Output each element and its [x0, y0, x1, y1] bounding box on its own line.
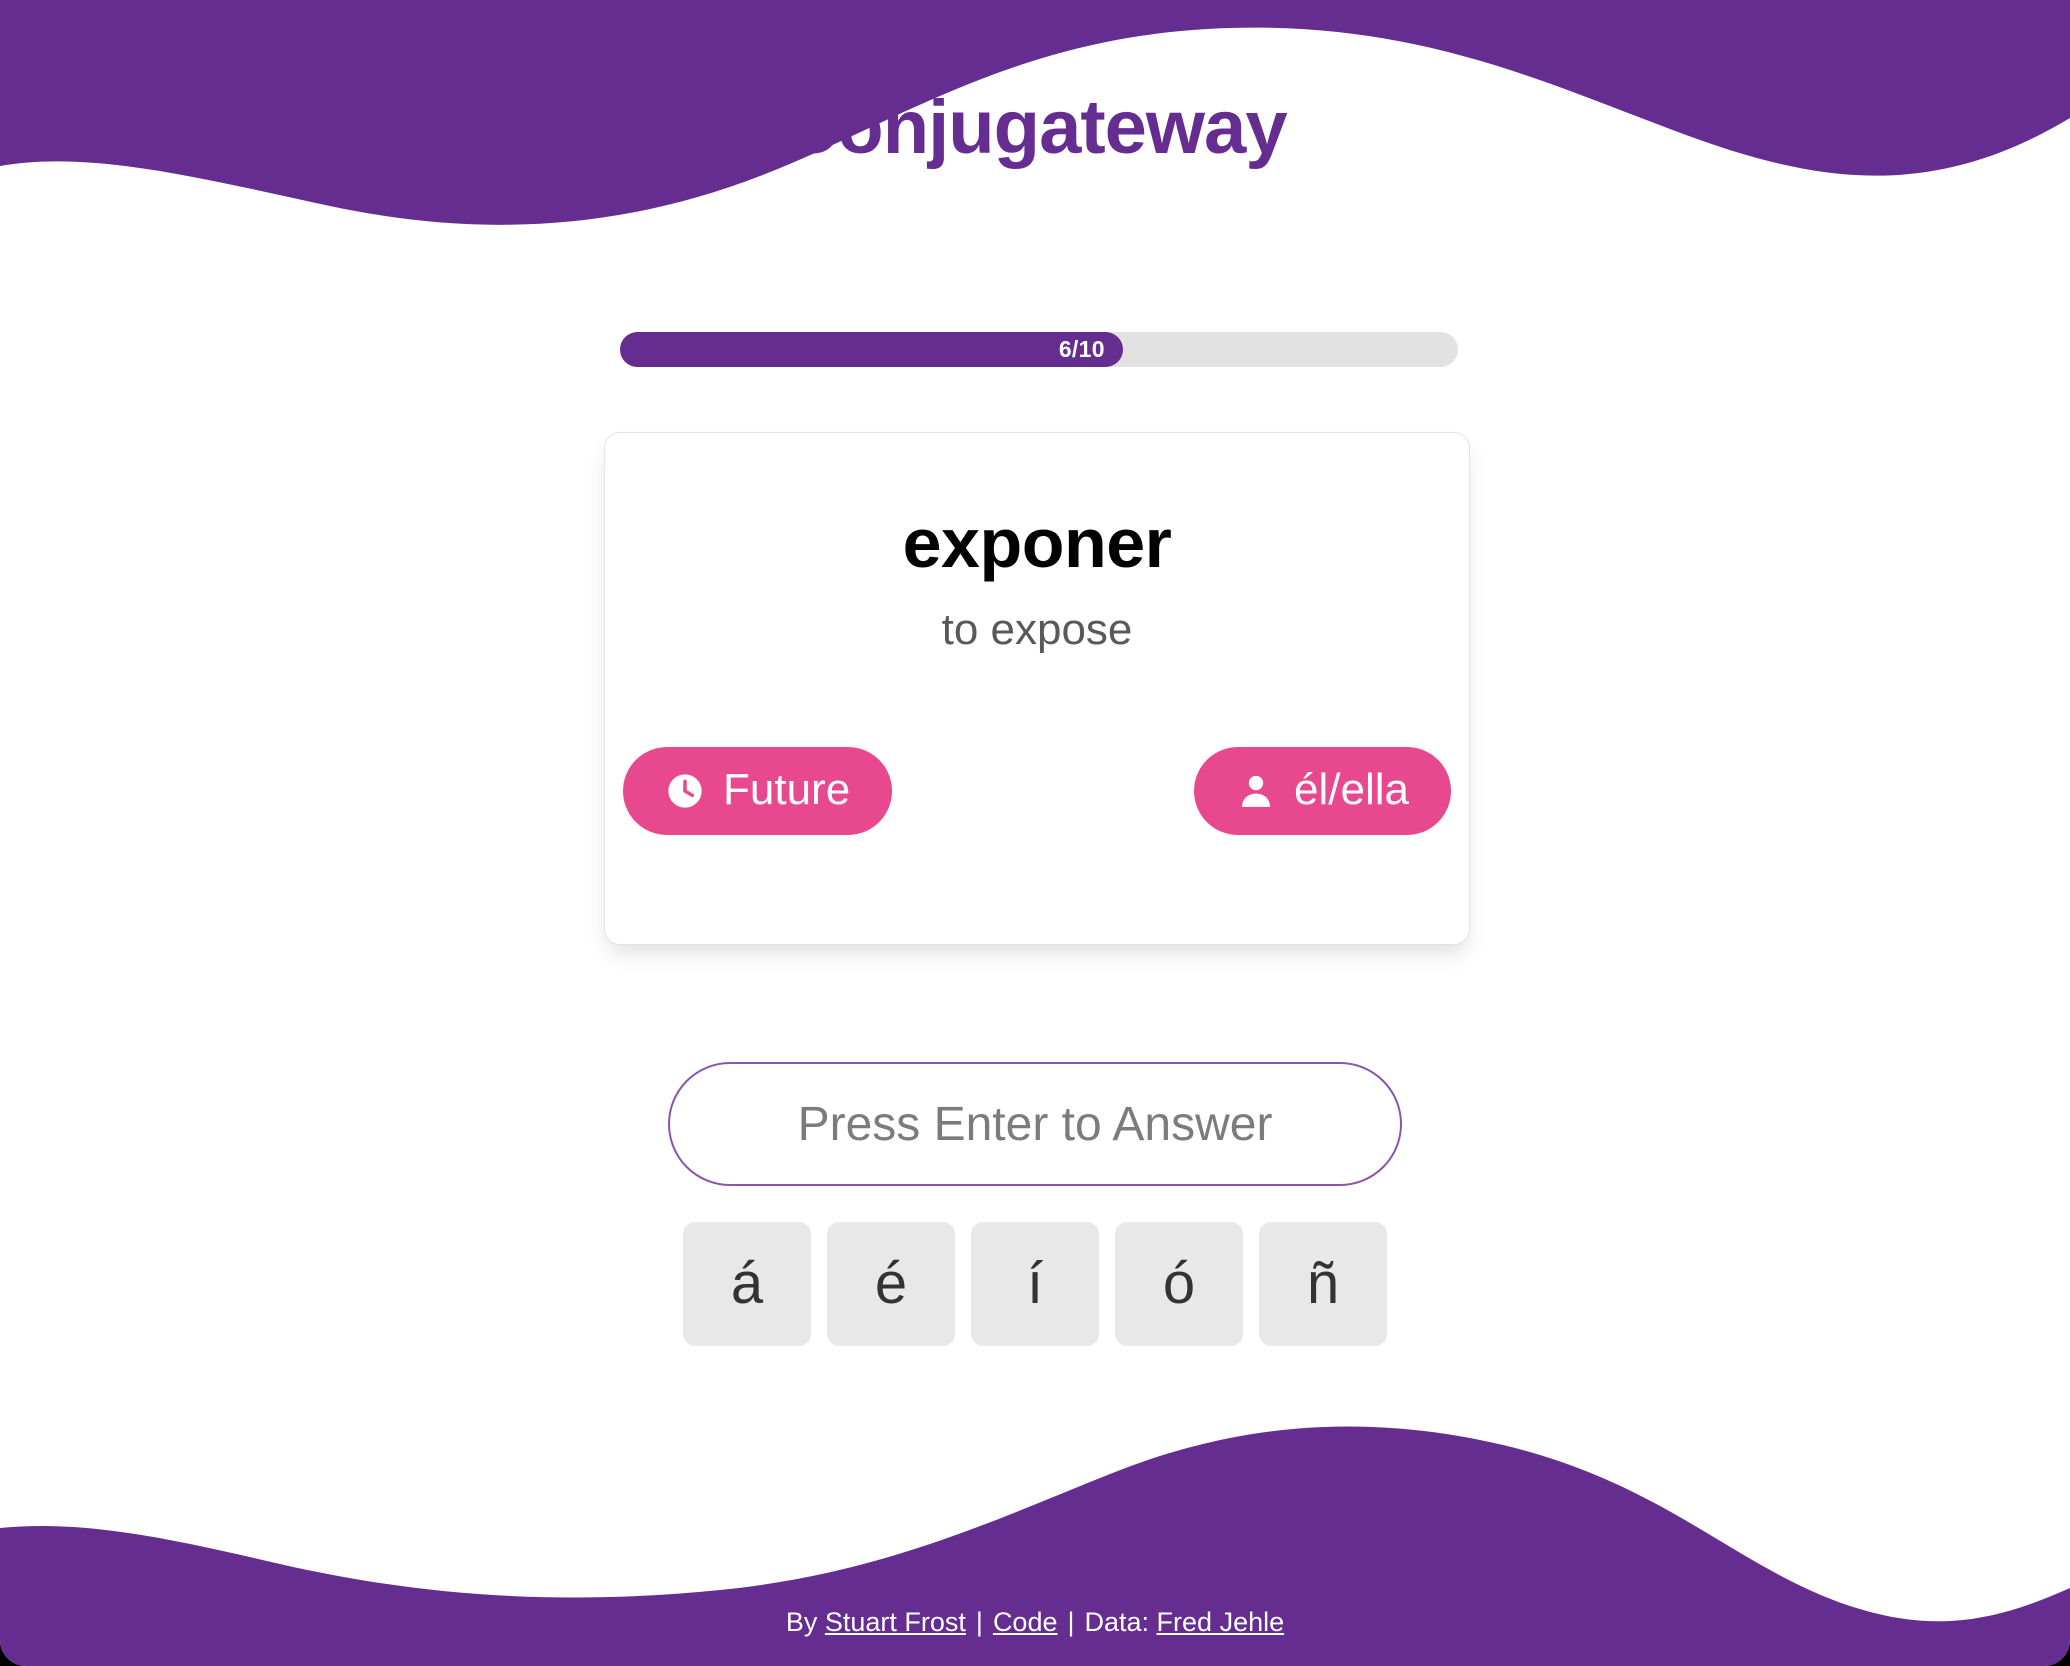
tense-pill-button[interactable]: Future	[623, 747, 893, 835]
footer-separator-2: |	[1067, 1607, 1075, 1637]
card-pill-row: Future él/ella	[623, 747, 1451, 835]
person-icon	[1236, 771, 1276, 811]
tense-pill-label: Future	[723, 765, 851, 814]
accent-key-n-tilde[interactable]: ñ	[1259, 1222, 1387, 1346]
accent-key-i-acute[interactable]: í	[971, 1222, 1099, 1346]
footer-by-prefix: By	[785, 1607, 825, 1637]
app-root: Conjugateway 6/10 exponer to expose Futu…	[0, 0, 2070, 1666]
footer-author-link[interactable]: Stuart Frost	[825, 1607, 966, 1637]
person-pill-button[interactable]: él/ella	[1194, 747, 1451, 835]
accent-key-e-acute[interactable]: é	[827, 1222, 955, 1346]
footer-data-prefix: Data:	[1084, 1607, 1157, 1637]
person-pill-label: él/ella	[1294, 765, 1409, 814]
clock-icon	[665, 771, 705, 811]
answer-input[interactable]	[668, 1062, 1402, 1186]
progress-count-label: 6/10	[1058, 336, 1105, 362]
progress-bar-fill: 6/10	[620, 332, 1123, 367]
footer-separator-1: |	[975, 1607, 983, 1637]
verb-translation: to expose	[941, 605, 1133, 654]
footer: By Stuart Frost | Code | Data: Fred Jehle	[0, 1607, 2070, 1638]
verb-infinitive: exponer	[902, 504, 1172, 582]
footer-code-link[interactable]: Code	[993, 1607, 1058, 1637]
page-title: Conjugateway	[783, 85, 1287, 170]
footer-data-source-link[interactable]: Fred Jehle	[1157, 1607, 1285, 1637]
accent-key-row: á é í ó ñ	[0, 1222, 2070, 1346]
accent-key-o-acute[interactable]: ó	[1115, 1222, 1243, 1346]
progress-bar-track: 6/10	[620, 332, 1458, 367]
flashcard: exponer to expose Future él/ella	[604, 432, 1470, 945]
accent-key-a-acute[interactable]: á	[683, 1222, 811, 1346]
